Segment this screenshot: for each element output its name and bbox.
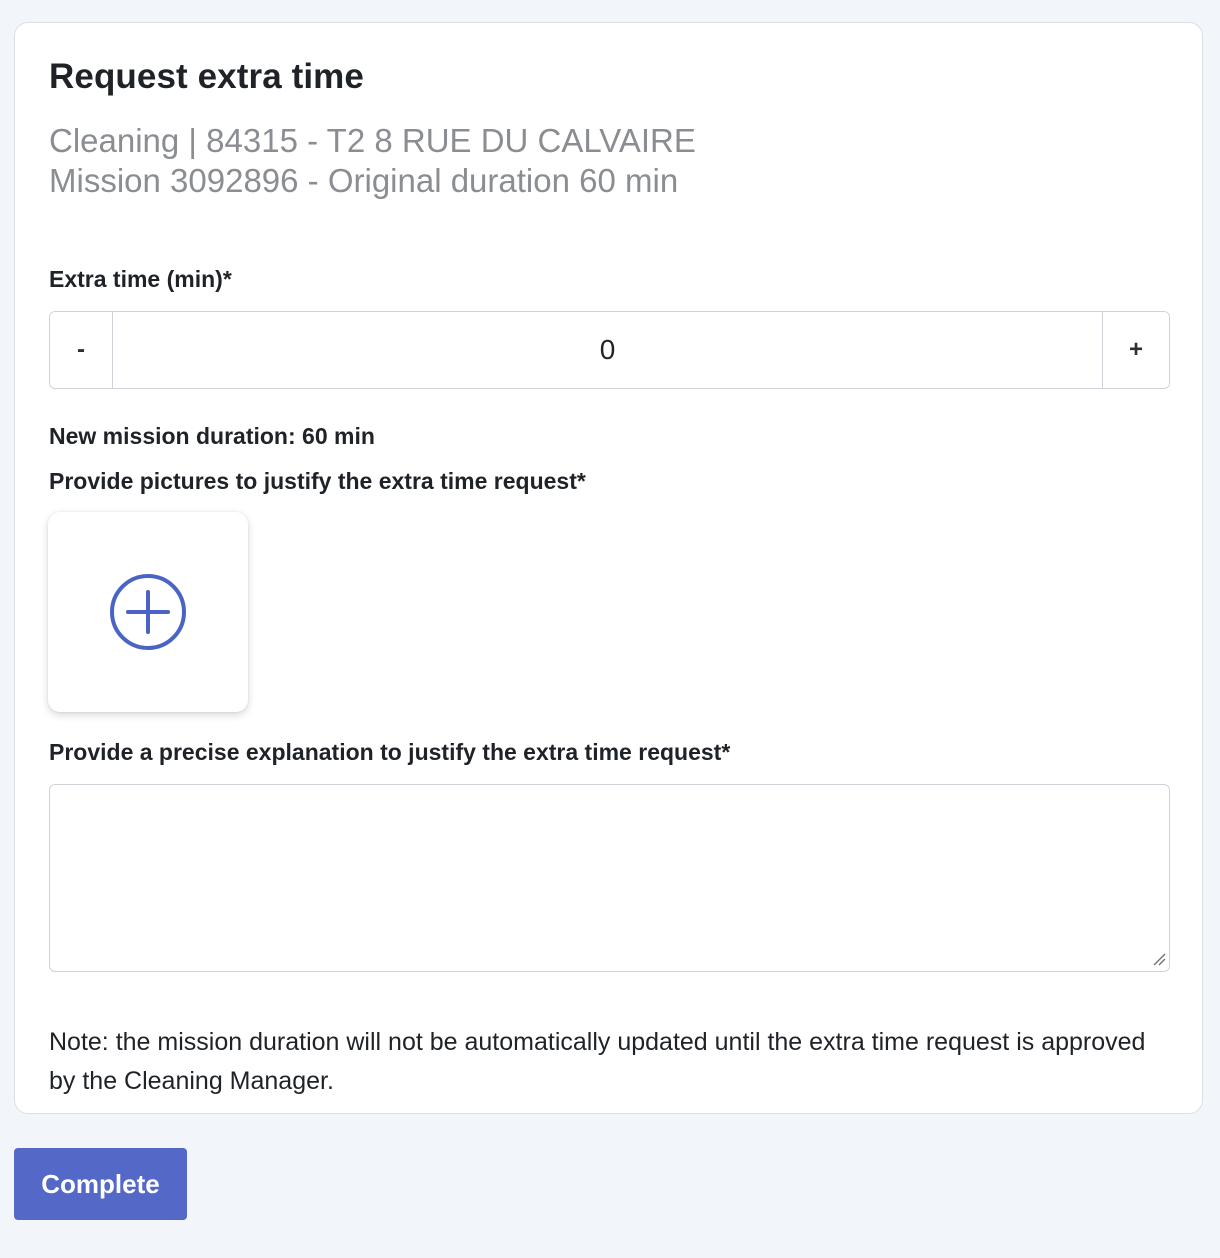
pictures-label: Provide pictures to justify the extra ti… xyxy=(49,468,586,494)
extra-time-label: Extra time (min)* xyxy=(49,266,232,292)
resize-handle-icon[interactable] xyxy=(1152,952,1166,966)
mission-address: Cleaning | 84315 - T2 8 RUE DU CALVAIRE xyxy=(49,122,696,159)
page: Request extra time Cleaning | 84315 - T2… xyxy=(0,0,1220,1258)
add-photo-button[interactable] xyxy=(48,512,248,712)
new-mission-duration: New mission duration: 60 min xyxy=(49,423,375,449)
increment-button[interactable]: + xyxy=(1102,312,1169,388)
mission-original-duration: Mission 3092896 - Original duration 60 m… xyxy=(49,162,679,199)
extra-time-value[interactable]: 0 xyxy=(113,312,1102,388)
plus-circle-icon xyxy=(110,574,186,650)
decrement-button[interactable]: - xyxy=(50,312,113,388)
explanation-label: Provide a precise explanation to justify… xyxy=(49,739,731,765)
page-title: Request extra time xyxy=(49,57,364,96)
extra-time-stepper: - 0 + xyxy=(49,311,1170,389)
complete-button[interactable]: Complete xyxy=(14,1148,187,1220)
approval-note: Note: the mission duration will not be a… xyxy=(49,1028,1146,1095)
extra-time-form-card: Request extra time Cleaning | 84315 - T2… xyxy=(14,22,1203,1114)
mission-info: Cleaning | 84315 - T2 8 RUE DU CALVAIRE … xyxy=(49,121,696,201)
explanation-textarea[interactable] xyxy=(49,784,1170,972)
